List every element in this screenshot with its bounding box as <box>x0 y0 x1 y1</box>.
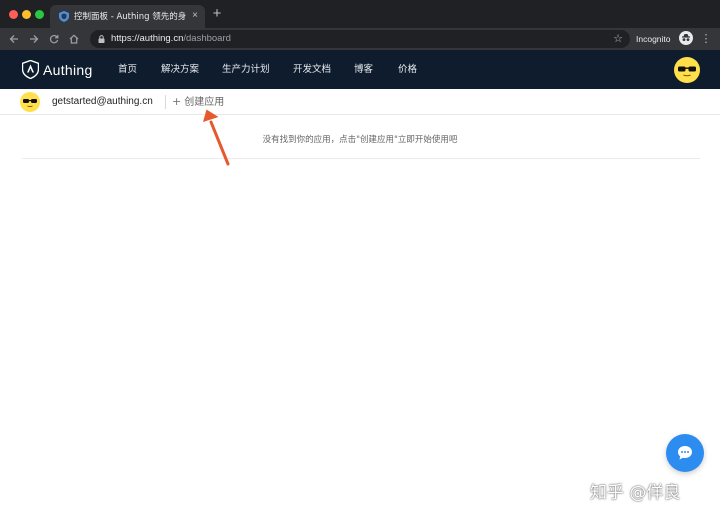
nav-item-home[interactable]: 首页 <box>118 62 137 78</box>
annotation-arrow-icon <box>203 109 230 166</box>
account-bar: getstarted@authing.cn + 创建应用 <box>0 89 720 115</box>
window-close-button[interactable] <box>9 10 18 19</box>
menu-icon[interactable]: ⋮ <box>700 31 712 47</box>
nav-item-pricing[interactable]: 价格 <box>398 62 417 78</box>
url-host: https://authing.cn <box>111 33 184 44</box>
chat-bubble-icon <box>678 446 692 460</box>
chat-support-button[interactable] <box>666 434 704 472</box>
address-bar[interactable]: https://authing.cn/dashboard <box>90 30 630 48</box>
browser-tab-active[interactable]: 控制面板 - Authing 领先的身份认 × <box>50 5 205 28</box>
back-icon[interactable] <box>6 30 22 48</box>
nav-item-productivity-plan[interactable]: 生产力计划 <box>222 62 270 78</box>
incognito-label: Incognito <box>636 34 671 44</box>
brand-name[interactable]: Authing <box>43 61 93 79</box>
nav-item-blog[interactable]: 博客 <box>354 62 373 78</box>
window-minimize-button[interactable] <box>22 10 31 19</box>
lock-icon <box>98 35 105 43</box>
tab-close-icon[interactable]: × <box>189 9 201 23</box>
divider <box>165 95 166 109</box>
forward-icon[interactable] <box>26 30 42 48</box>
browser-tab-bar: 控制面板 - Authing 领先的身份认 × + <box>0 0 720 28</box>
browser-toolbar: https://authing.cn/dashboard ☆ Incognito… <box>0 28 720 50</box>
user-avatar[interactable] <box>20 92 40 112</box>
content-divider <box>22 158 700 159</box>
authing-favicon-icon <box>59 11 69 22</box>
authing-logo-icon[interactable] <box>22 60 39 79</box>
watermark-text: 知乎 @佯良 <box>590 483 681 503</box>
plus-icon: + <box>172 95 182 108</box>
create-app-label: 创建应用 <box>184 97 225 108</box>
app-header: Authing 首页 解决方案 生产力计划 开发文档 博客 价格 <box>0 50 720 89</box>
home-icon[interactable] <box>66 30 82 48</box>
new-tab-button[interactable]: + <box>210 6 224 22</box>
url-path: /dashboard <box>183 33 231 44</box>
header-avatar[interactable] <box>674 57 700 83</box>
incognito-icon[interactable] <box>679 31 693 45</box>
reload-icon[interactable] <box>46 30 62 48</box>
empty-state-text: 没有找到你的应用，点击"创建应用"立即开始使用吧 <box>262 135 458 145</box>
nav-item-docs[interactable]: 开发文档 <box>293 62 331 78</box>
empty-state-message: 没有找到你的应用，点击"创建应用"立即开始使用吧 <box>0 133 720 147</box>
window-zoom-button[interactable] <box>35 10 44 19</box>
star-icon[interactable]: ☆ <box>610 31 626 47</box>
nav-item-solutions[interactable]: 解决方案 <box>161 62 199 78</box>
user-email: getstarted@authing.cn <box>52 96 153 107</box>
tab-title: 控制面板 - Authing 领先的身份认 <box>74 12 186 22</box>
url-text: https://authing.cn/dashboard <box>111 32 231 46</box>
